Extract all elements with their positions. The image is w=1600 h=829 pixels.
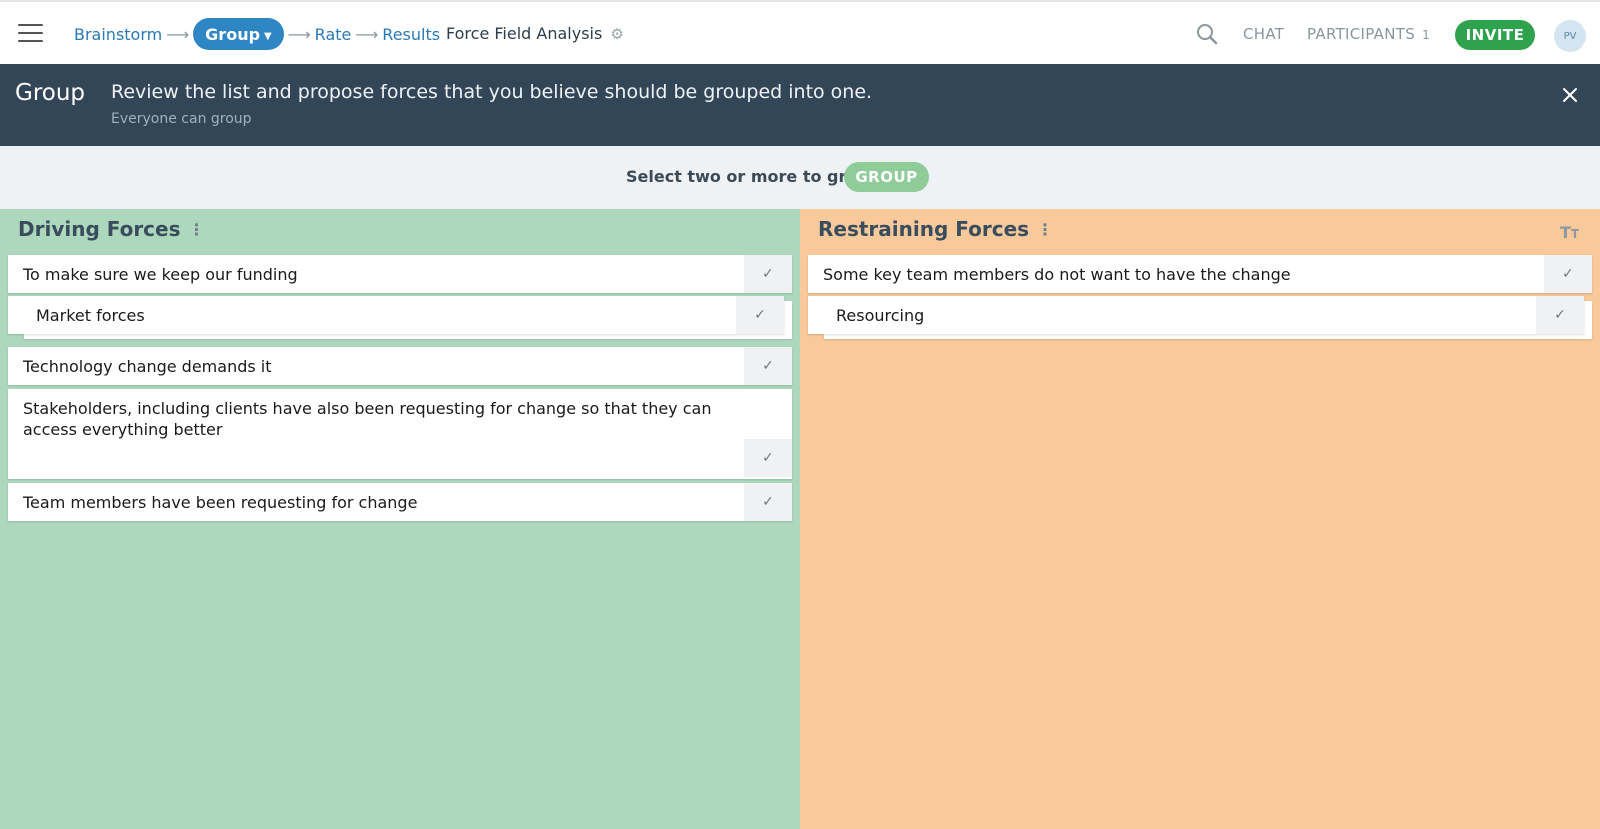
force-card[interactable]: To make sure we keep our funding ✓ — [8, 255, 792, 293]
card-text: To make sure we keep our funding — [23, 265, 298, 284]
session-title: Force Field Analysis ⚙ — [446, 24, 624, 43]
force-card-grouped[interactable]: Market forces ✓ — [8, 296, 784, 334]
check-icon[interactable]: ✓ — [744, 439, 792, 477]
card-text: Market forces — [36, 306, 145, 325]
force-card[interactable]: Stakeholders, including clients have als… — [8, 389, 792, 479]
participants-count: 1 — [1422, 28, 1431, 42]
card-text: Stakeholders, including clients have als… — [23, 399, 712, 439]
arrow-icon: ⟶ — [355, 24, 379, 44]
chat-link[interactable]: CHAT — [1243, 25, 1284, 43]
step-banner: Group Review the list and propose forces… — [0, 64, 1600, 146]
force-card[interactable]: Team members have been requesting for ch… — [8, 483, 792, 521]
gear-icon[interactable]: ⚙ — [610, 25, 623, 43]
card-text: Technology change demands it — [23, 357, 272, 376]
group-toolbar: Select two or more to group GROUP — [0, 146, 1600, 209]
arrow-icon: ⟶ — [166, 24, 190, 44]
step-brainstorm[interactable]: Brainstorm — [74, 25, 162, 44]
step-results[interactable]: Results — [382, 25, 440, 44]
driving-forces-column: Driving Forces ⋮ To make sure we keep ou… — [0, 209, 800, 829]
chevron-down-icon: ▼ — [264, 30, 272, 42]
check-icon[interactable]: ✓ — [744, 347, 792, 385]
column-title-text: Driving Forces — [18, 217, 181, 241]
session-title-text: Force Field Analysis — [446, 24, 603, 43]
force-card[interactable]: Some key team members do not want to hav… — [808, 255, 1592, 293]
banner-step-name: Group — [15, 80, 86, 106]
step-group[interactable]: Group ▼ — [193, 18, 284, 50]
check-icon[interactable]: ✓ — [736, 296, 784, 334]
group-hint: Select two or more to group — [626, 167, 881, 186]
arrow-icon: ⟶ — [287, 24, 311, 44]
close-icon[interactable] — [1559, 84, 1581, 106]
check-icon[interactable]: ✓ — [744, 255, 792, 293]
search-icon[interactable] — [1196, 23, 1218, 45]
group-button[interactable]: GROUP — [844, 162, 929, 192]
card-text: Resourcing — [836, 306, 925, 325]
check-icon[interactable]: ✓ — [744, 483, 792, 521]
step-group-label: Group — [205, 24, 261, 44]
column-title-text: Restraining Forces — [818, 217, 1030, 241]
force-card-grouped[interactable]: Resourcing ✓ — [808, 296, 1584, 334]
step-rate[interactable]: Rate — [315, 25, 352, 44]
column-title: Restraining Forces ⋮ — [818, 217, 1053, 241]
top-bar: Brainstorm ⟶ Group ▼ ⟶ Rate ⟶ Results Fo… — [0, 0, 1600, 64]
check-icon[interactable]: ✓ — [1536, 296, 1584, 334]
vertical-dots-icon[interactable]: ⋮ — [1037, 220, 1053, 239]
participants-link[interactable]: PARTICIPANTS 1 — [1307, 25, 1430, 43]
restraining-forces-column: Restraining Forces ⋮ TT Some key team me… — [800, 209, 1600, 829]
check-icon[interactable]: ✓ — [1544, 255, 1592, 293]
avatar[interactable]: PV — [1554, 20, 1586, 52]
banner-message: Review the list and propose forces that … — [111, 81, 873, 103]
step-navigation: Brainstorm ⟶ Group ▼ ⟶ Rate ⟶ Results — [74, 17, 440, 51]
card-text: Team members have been requesting for ch… — [23, 493, 418, 512]
banner-subtitle: Everyone can group — [111, 111, 252, 127]
vertical-dots-icon[interactable]: ⋮ — [189, 220, 205, 239]
text-size-icon[interactable]: TT — [1560, 223, 1579, 242]
participants-label: PARTICIPANTS — [1307, 25, 1416, 43]
card-text: Some key team members do not want to hav… — [823, 265, 1291, 284]
column-title: Driving Forces ⋮ — [18, 217, 205, 241]
hamburger-icon[interactable] — [18, 24, 44, 44]
force-card[interactable]: Technology change demands it ✓ — [8, 347, 792, 385]
invite-button[interactable]: INVITE — [1455, 20, 1535, 50]
